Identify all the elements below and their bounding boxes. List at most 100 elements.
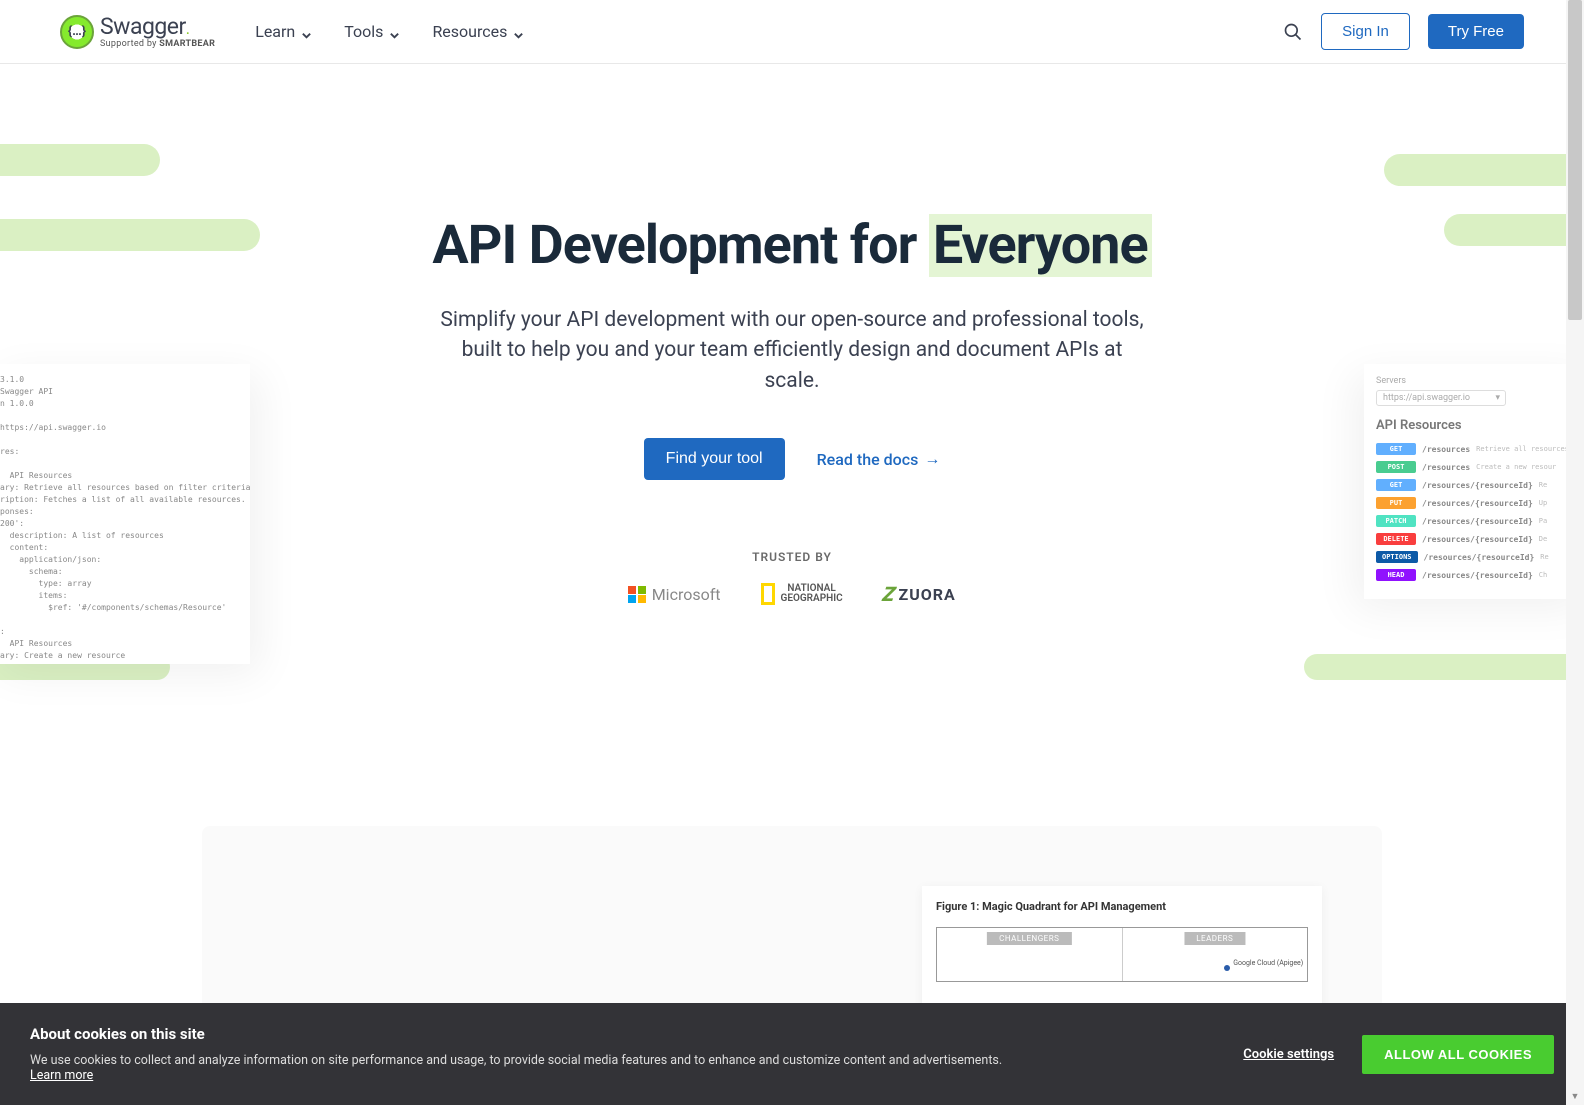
signin-button[interactable]: Sign In — [1321, 13, 1410, 50]
zuora-label: ZUORA — [898, 585, 955, 604]
http-method-badge: PUT — [1376, 497, 1416, 509]
api-desc: Ch — [1539, 571, 1547, 579]
decorative-pill — [0, 219, 260, 251]
api-path: /resources/{resourceId} — [1422, 535, 1533, 544]
hero-subtitle: Simplify your API development with our o… — [432, 305, 1152, 396]
search-icon[interactable] — [1283, 22, 1303, 42]
api-row: GET/resourcesRetrieve all resources — [1376, 443, 1582, 455]
gartner-section: Figure 1: Magic Quadrant for API Managem… — [202, 826, 1382, 1026]
chart-quadrant-leaders: LEADERS Google Cloud (Apigee) — [1122, 928, 1308, 981]
api-path: /resources — [1422, 445, 1470, 454]
main-header: {…} Swagger. Supported by SMARTBEAR Lear… — [0, 0, 1584, 64]
api-row: OPTIONS/resources/{resourceId}Re — [1376, 551, 1582, 563]
api-path: /resources/{resourceId} — [1422, 517, 1533, 526]
read-docs-link[interactable]: Read the docs → — [817, 449, 941, 469]
challengers-label: CHALLENGERS — [987, 932, 1071, 945]
natgeo-text: NATIONAL GEOGRAPHIC — [781, 584, 843, 604]
scroll-down-arrow[interactable]: ▼ — [1566, 1087, 1584, 1105]
chevron-down-icon — [301, 26, 312, 37]
zuora-logo: Z ZUORA — [883, 582, 956, 606]
http-method-badge: GET — [1376, 479, 1416, 491]
logo-braces: {…} — [68, 24, 86, 39]
read-docs-label: Read the docs — [817, 450, 919, 469]
nav-resources[interactable]: Resources — [432, 22, 524, 41]
api-row: PUT/resources/{resourceId}Up — [1376, 497, 1582, 509]
decorative-pill — [1444, 214, 1584, 246]
http-method-badge: DELETE — [1376, 533, 1416, 545]
hero-title-highlight: Everyone — [929, 214, 1152, 277]
natgeo-icon — [761, 583, 775, 605]
api-desc: Re — [1539, 481, 1547, 489]
nav-tools-label: Tools — [344, 22, 383, 41]
http-method-badge: POST — [1376, 461, 1416, 473]
logo-subtext: Supported by SMARTBEAR — [100, 40, 215, 49]
decorative-pill — [0, 144, 160, 176]
api-row: PATCH/resources/{resourceId} Pa — [1376, 515, 1582, 527]
cookie-settings-link[interactable]: Cookie settings — [1243, 1047, 1334, 1062]
cookie-description: We use cookies to collect and analyze in… — [30, 1053, 1021, 1083]
nav-learn[interactable]: Learn — [255, 22, 312, 41]
logo-text: Swagger. Supported by SMARTBEAR — [100, 15, 215, 49]
chart-quadrant-challengers: CHALLENGERS — [937, 928, 1122, 981]
hero-actions: Find your tool Read the docs → — [20, 438, 1564, 480]
api-row: POST/resourcesCreate a new resour — [1376, 461, 1582, 473]
api-path: /resources/{resourceId} — [1422, 571, 1533, 580]
microsoft-label: Microsoft — [652, 585, 721, 604]
api-desc: Re — [1540, 553, 1548, 561]
microsoft-squares-icon — [628, 586, 646, 604]
nav-learn-label: Learn — [255, 22, 295, 41]
chevron-down-icon — [513, 26, 524, 37]
logo-supported-prefix: Supported by — [100, 39, 159, 49]
cookie-text-block: About cookies on this site We use cookie… — [30, 1025, 1021, 1083]
tryfree-button[interactable]: Try Free — [1428, 14, 1524, 49]
cookie-learn-more-link[interactable]: Learn more — [30, 1068, 93, 1083]
cookie-text-span: We use cookies to collect and analyze in… — [30, 1053, 1002, 1068]
swagger-logo-icon: {…} — [60, 15, 94, 49]
api-rows-container: GET/resourcesRetrieve all resourcesPOST/… — [1376, 443, 1582, 581]
nav-resources-label: Resources — [432, 22, 507, 41]
hero-title-pre: API Development for — [432, 214, 916, 277]
natgeo-line2: GEOGRAPHIC — [781, 594, 843, 604]
api-row: DELETE/resources/{resourceId} De — [1376, 533, 1582, 545]
trusted-by: TRUSTED BY Microsoft NATIONAL GEOGRAPHIC… — [20, 550, 1564, 606]
allow-cookies-button[interactable]: ALLOW ALL COOKIES — [1362, 1035, 1554, 1074]
servers-label: Servers — [1376, 376, 1582, 386]
hero-code-preview: 3.1.0 Swagger API n 1.0.0 https://api.sw… — [0, 364, 250, 664]
header-left: {…} Swagger. Supported by SMARTBEAR Lear… — [60, 15, 524, 49]
scrollbar-thumb[interactable] — [1568, 0, 1582, 320]
logo-dot: . — [186, 19, 190, 38]
hero-api-preview: Servers https://api.swagger.io API Resou… — [1364, 364, 1584, 599]
swagger-logo[interactable]: {…} Swagger. Supported by SMARTBEAR — [60, 15, 215, 49]
trusted-logos: Microsoft NATIONAL GEOGRAPHIC Z ZUORA — [20, 582, 1564, 606]
api-desc: Up — [1539, 499, 1547, 507]
arrow-right-icon: → — [924, 449, 940, 469]
chart-frame: CHALLENGERS LEADERS Google Cloud (Apigee… — [936, 927, 1308, 982]
api-path: /resources/{resourceId} — [1422, 481, 1533, 490]
cookie-title: About cookies on this site — [30, 1025, 1021, 1043]
vertical-scrollbar[interactable]: ▲ ▼ — [1566, 0, 1584, 1105]
microsoft-logo: Microsoft — [628, 585, 720, 604]
api-row: GET/resources/{resourceId} Re — [1376, 479, 1582, 491]
decorative-pill — [1304, 654, 1584, 680]
cookie-banner: About cookies on this site We use cookie… — [0, 1003, 1584, 1105]
api-desc: Pa — [1539, 517, 1547, 525]
chart-title: Figure 1: Magic Quadrant for API Managem… — [936, 900, 1308, 913]
http-method-badge: HEAD — [1376, 569, 1416, 581]
logo-name: Swagger — [100, 13, 186, 40]
api-desc: De — [1539, 535, 1547, 543]
find-tool-button[interactable]: Find your tool — [644, 438, 785, 480]
http-method-badge: PATCH — [1376, 515, 1416, 527]
nav-tools[interactable]: Tools — [344, 22, 400, 41]
cookie-actions: Cookie settings ALLOW ALL COOKIES — [1243, 1035, 1554, 1074]
chevron-down-icon — [389, 26, 400, 37]
hero-section: 3.1.0 Swagger API n 1.0.0 https://api.sw… — [0, 64, 1584, 706]
logo-supported-brand: SMARTBEAR — [159, 39, 215, 49]
trusted-label: TRUSTED BY — [20, 550, 1564, 564]
decorative-pill — [1384, 154, 1584, 186]
api-desc: Create a new resour — [1476, 463, 1556, 471]
leaders-label: LEADERS — [1184, 932, 1245, 945]
chart-data-dot — [1224, 965, 1230, 971]
api-row: HEAD/resources/{resourceId} Ch — [1376, 569, 1582, 581]
server-select: https://api.swagger.io — [1376, 390, 1506, 406]
api-path: /resources/{resourceId} — [1424, 553, 1535, 562]
